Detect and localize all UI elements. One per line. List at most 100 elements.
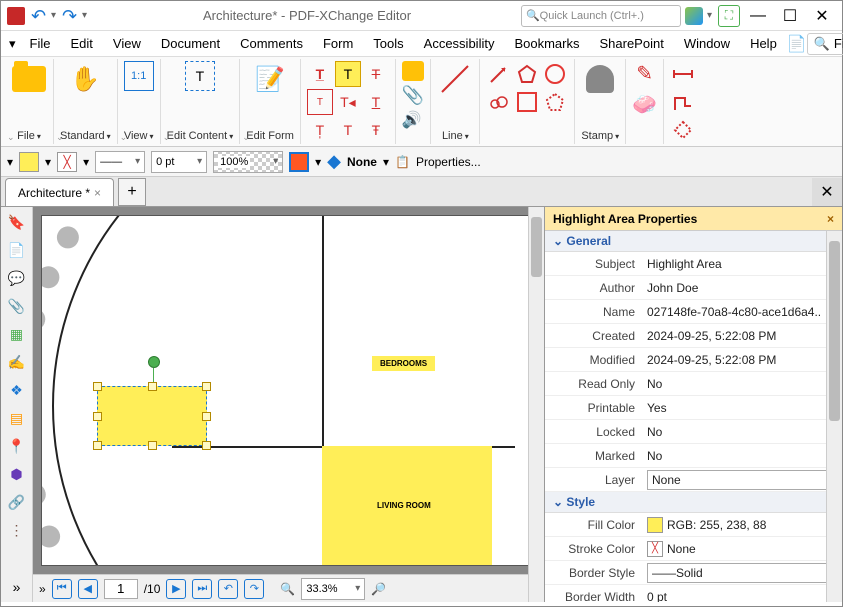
highlight-selected[interactable]	[97, 386, 207, 446]
perimeter-icon[interactable]	[670, 89, 696, 115]
scrollbar-thumb[interactable]	[531, 217, 542, 277]
fields-icon[interactable]: ▦	[6, 323, 28, 345]
menu-comments[interactable]: Comments	[230, 33, 313, 54]
resize-handle-nw[interactable]	[93, 382, 102, 391]
blend-swatch[interactable]	[289, 152, 309, 172]
links-icon[interactable]: 🔗	[6, 491, 28, 513]
minimize-button[interactable]: —	[744, 5, 772, 27]
tags-icon[interactable]: ⋮	[6, 519, 28, 541]
callout-tool-icon[interactable]: T◂	[335, 89, 361, 115]
resize-handle-s[interactable]	[148, 441, 157, 450]
menu-document[interactable]: Document	[151, 33, 230, 54]
last-page-button[interactable]: ⏭	[192, 579, 212, 599]
properties-button[interactable]: Properties...	[416, 155, 481, 169]
content-icon[interactable]: ▤	[6, 407, 28, 429]
ribbon-file[interactable]: File▾ ⌄	[5, 59, 54, 144]
vertical-scrollbar[interactable]	[528, 207, 544, 602]
layers-icon[interactable]: ❖	[6, 379, 28, 401]
close-button[interactable]: ✕	[808, 5, 836, 27]
zoom-in-button[interactable]: 🔎	[371, 582, 386, 596]
prev-view-button[interactable]: ↶	[218, 579, 238, 599]
text-replace-icon[interactable]: Ŧ	[363, 117, 389, 143]
3d-icon[interactable]: ⬢	[6, 463, 28, 485]
menu-accessibility[interactable]: Accessibility	[414, 33, 505, 54]
new-tab-button[interactable]: +	[118, 178, 146, 206]
prop-layer-select[interactable]: None▾	[647, 470, 842, 490]
rect-icon[interactable]	[514, 89, 540, 115]
resize-handle-w[interactable]	[93, 412, 102, 421]
resize-handle-se[interactable]	[202, 441, 211, 450]
text-correction-icon[interactable]: T̩	[307, 117, 333, 143]
first-page-button[interactable]: ⏮	[52, 579, 72, 599]
thumbnails-icon[interactable]: 📄	[6, 239, 28, 261]
menu-sharepoint[interactable]: SharePoint	[589, 33, 673, 54]
find-prev-icon[interactable]: 📄	[787, 34, 807, 54]
resize-handle-sw[interactable]	[93, 441, 102, 450]
zoom-select[interactable]: 33.3%▾	[301, 578, 365, 600]
opacity-select[interactable]: 100%▾	[213, 151, 283, 173]
pencil-icon[interactable]: ✎	[636, 61, 653, 86]
props-scrollbar-thumb[interactable]	[829, 241, 840, 421]
tab-close-icon[interactable]: ×	[94, 186, 101, 200]
close-all-button[interactable]: ✕	[812, 178, 842, 206]
prev-page-button[interactable]: ◀	[78, 579, 98, 599]
prop-locked[interactable]: No	[643, 425, 842, 439]
prop-border-style-select[interactable]: —— Solid▾	[647, 563, 842, 583]
find-button[interactable]: 🔍Find...	[807, 33, 843, 55]
strikeout-tool-icon[interactable]: T	[363, 61, 389, 87]
prop-subject[interactable]: Highlight Area	[643, 257, 842, 271]
ribbon-edit-form[interactable]: 📝 Edit Form ⌄	[240, 59, 301, 144]
page-canvas[interactable]: BEDROOMS LIVING ROOM	[41, 215, 536, 566]
quick-launch-input[interactable]: 🔍 Quick Launch (Ctrl+.)	[521, 5, 681, 27]
options-icon[interactable]: »	[39, 582, 46, 596]
fill-color-swatch[interactable]	[19, 152, 39, 172]
menu-edit[interactable]: Edit	[60, 33, 102, 54]
area-icon[interactable]	[670, 117, 696, 143]
ribbon-stamp[interactable]: Stamp▾	[575, 59, 626, 144]
underline-tool-icon[interactable]: T	[363, 89, 389, 115]
rotation-handle[interactable]	[148, 356, 160, 368]
resize-handle-n[interactable]	[148, 382, 157, 391]
ribbon-view[interactable]: 1:1 View▾ ⌄	[118, 59, 161, 144]
fullscreen-icon[interactable]: ⛶	[718, 5, 740, 27]
prop-marked[interactable]: No	[643, 449, 842, 463]
prop-author[interactable]: John Doe	[643, 281, 842, 295]
eraser-icon[interactable]: 🧼	[632, 92, 657, 117]
menu-tools[interactable]: Tools	[363, 33, 413, 54]
attach-icon[interactable]: 📎	[402, 85, 424, 106]
stroke-color-swatch[interactable]: ╳	[57, 152, 77, 172]
cloud-icon[interactable]	[486, 89, 512, 115]
comments-icon[interactable]: 💬	[6, 267, 28, 289]
ellipse-icon[interactable]	[542, 61, 568, 87]
ribbon-standard[interactable]: ✋ Standard▾ ⌄	[54, 59, 118, 144]
text-tool-icon[interactable]: T̲	[307, 61, 333, 87]
undo-button[interactable]: ↶	[31, 6, 51, 26]
section-general[interactable]: ⌄ General	[545, 231, 842, 252]
props-scrollbar[interactable]	[826, 231, 842, 602]
sound-icon[interactable]: 🔊	[402, 110, 424, 130]
signatures-icon[interactable]: ✍	[6, 351, 28, 373]
more-icon[interactable]: »	[6, 576, 28, 598]
arrow-icon[interactable]	[486, 61, 512, 87]
prop-name[interactable]: 027148fe-70a8-4c80-ace1d6a4..	[643, 305, 842, 319]
menu-view[interactable]: View	[103, 33, 151, 54]
border-width-select[interactable]: 0 pt▾	[151, 151, 207, 173]
textbox-tool-icon[interactable]: T	[307, 89, 333, 115]
next-page-button[interactable]: ▶	[166, 579, 186, 599]
polygon2-icon[interactable]	[542, 89, 568, 115]
layer-icon[interactable]: ◆	[327, 151, 341, 172]
menu-help[interactable]: Help	[740, 33, 787, 54]
menu-file[interactable]: File	[20, 33, 61, 54]
polygon-icon[interactable]	[514, 61, 540, 87]
line-style-select[interactable]: ——▾	[95, 151, 145, 173]
bookmarks-icon[interactable]: 🔖	[6, 211, 28, 233]
properties-close-icon[interactable]: ×	[827, 212, 834, 226]
section-style[interactable]: ⌄ Style	[545, 492, 842, 513]
distance-icon[interactable]	[670, 61, 696, 87]
maximize-button[interactable]: ☐	[776, 5, 804, 27]
note-icon[interactable]	[402, 61, 424, 81]
prop-border-width[interactable]: 0 pt	[643, 590, 842, 603]
zoom-out-button[interactable]: 🔍	[280, 582, 295, 596]
prop-fill-color[interactable]: RGB: 255, 238, 88	[643, 517, 842, 533]
ribbon-edit-content[interactable]: T Edit Content▾ ⌄	[161, 59, 241, 144]
